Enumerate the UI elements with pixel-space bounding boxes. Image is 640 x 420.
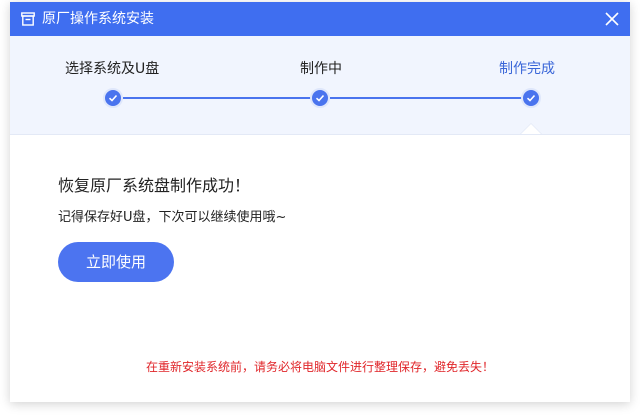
step-connector xyxy=(123,97,320,99)
step-connector xyxy=(330,97,531,99)
window-title: 原厂操作系统安装 xyxy=(42,11,154,27)
installer-icon xyxy=(21,12,35,26)
step-label-complete: 制作完成 xyxy=(499,61,555,77)
warning-text: 在重新安装系统前，请务必将电脑文件进行整理保存，避免丢失！ xyxy=(145,360,494,374)
use-now-button[interactable]: 立即使用 xyxy=(58,242,174,282)
installer-window: 原厂操作系统安装 选择系统及U盘 制作中 制作完成 恢复原厂系统盘制作成功！ 记… xyxy=(10,2,630,402)
success-subtitle: 记得保存好U盘，下次可以继续使用哦~ xyxy=(58,210,287,225)
progress-steps: 选择系统及U盘 制作中 制作完成 xyxy=(10,36,630,135)
success-title: 恢复原厂系统盘制作成功！ xyxy=(58,176,251,195)
step-label-making: 制作中 xyxy=(300,61,342,77)
step-label-select: 选择系统及U盘 xyxy=(65,61,160,77)
active-step-pointer xyxy=(521,124,541,134)
step-check-icon xyxy=(103,88,123,108)
step-check-icon xyxy=(310,88,330,108)
title-bar[interactable]: 原厂操作系统安装 xyxy=(10,2,630,36)
step-check-icon xyxy=(521,88,541,108)
close-icon[interactable] xyxy=(602,9,622,29)
